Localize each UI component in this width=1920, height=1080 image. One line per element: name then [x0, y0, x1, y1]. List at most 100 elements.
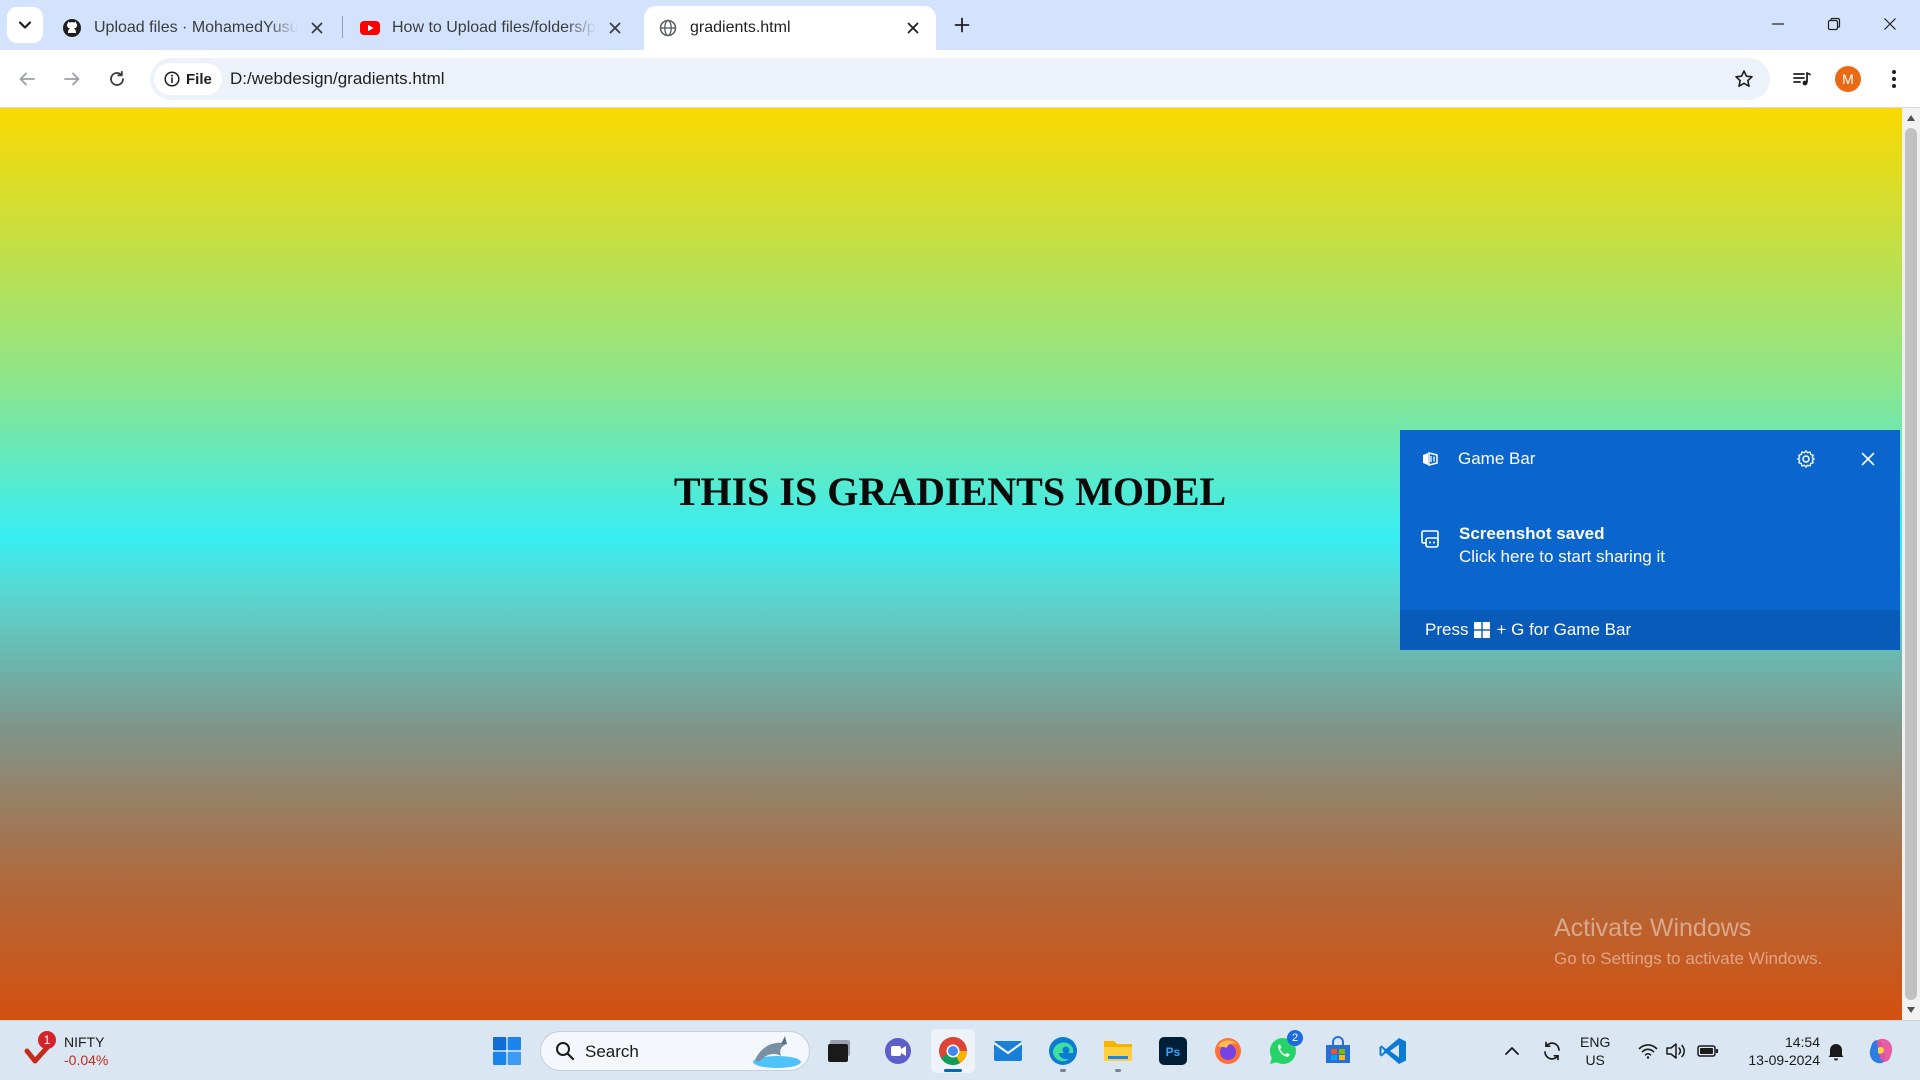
- region-code: US: [1585, 1052, 1605, 1068]
- toast-title: Game Bar: [1458, 449, 1536, 468]
- restore-icon: [1827, 17, 1841, 31]
- vscode-icon: [1379, 1038, 1406, 1064]
- chrome-icon: [939, 1037, 967, 1065]
- toast-message[interactable]: Screenshot saved Click here to start sha…: [1400, 520, 1900, 580]
- tab-title: How to Upload files/folders/projects: [392, 19, 596, 36]
- mail-icon: [993, 1041, 1023, 1061]
- input-language[interactable]: ENG US: [1580, 1033, 1610, 1069]
- tab-strip: Upload files · MohamedYusuf007 How to Up…: [0, 0, 1920, 50]
- toast-footer-suffix: + G for Game Bar: [1496, 620, 1632, 639]
- github-icon: [62, 18, 82, 38]
- bookmark-star-icon[interactable]: [1732, 67, 1756, 91]
- clock-time: 14:54: [1784, 1034, 1820, 1050]
- toast-footer-prefix: Press: [1425, 620, 1469, 639]
- wifi-icon[interactable]: [1636, 1039, 1660, 1063]
- page-scrollbar[interactable]: [1902, 108, 1920, 1020]
- tab-search-button[interactable]: [7, 7, 43, 43]
- search-icon: [556, 1042, 575, 1061]
- toast-message-body: Click here to start sharing it: [1459, 547, 1665, 566]
- taskbar-search-box[interactable]: Search: [540, 1031, 810, 1071]
- toast-footer: Press + G for Game Bar: [1400, 610, 1900, 650]
- restore-button[interactable]: [1806, 0, 1862, 48]
- copilot-icon[interactable]: [1866, 1036, 1896, 1066]
- firefox-icon: [1215, 1038, 1241, 1064]
- close-window-button[interactable]: [1862, 0, 1918, 48]
- search-highlight-dolphin-icon: [753, 1036, 801, 1068]
- system-clock[interactable]: 14:54 13-09-2024: [1730, 1033, 1820, 1069]
- tab-github-upload[interactable]: Upload files · MohamedYusuf007: [48, 6, 340, 50]
- photoshop-icon: Ps: [1159, 1037, 1187, 1065]
- new-tab-button[interactable]: [946, 9, 978, 41]
- scroll-down-arrow[interactable]: [1902, 1002, 1920, 1018]
- taskbar-edge[interactable]: [1041, 1029, 1085, 1073]
- close-tab-icon[interactable]: [902, 17, 924, 39]
- stock-change: -0.04%: [64, 1052, 109, 1068]
- tab-youtube-upload[interactable]: How to Upload files/folders/projects: [346, 6, 638, 50]
- toast-header: Game Bar: [1400, 430, 1900, 488]
- toast-message-title: Screenshot saved: [1459, 524, 1605, 543]
- running-indicator: [1115, 1069, 1121, 1072]
- watermark-line2: Go to Settings to activate Windows.: [1554, 949, 1823, 968]
- windows-taskbar: 1 NIFTY -0.04% Search Ps 2 ENG US 14:54 …: [0, 1020, 1920, 1080]
- taskbar-task-view[interactable]: [818, 1029, 862, 1073]
- arrow-right-icon: [64, 72, 80, 86]
- chevron-up-icon: [1505, 1047, 1519, 1055]
- close-icon[interactable]: [1856, 447, 1880, 471]
- scroll-up-arrow[interactable]: [1902, 110, 1920, 126]
- taskbar-chrome[interactable]: [931, 1029, 975, 1073]
- running-indicator: [944, 1069, 962, 1072]
- url-text[interactable]: D:/webdesign/gradients.html: [230, 69, 445, 89]
- start-button[interactable]: [485, 1029, 529, 1073]
- svg-text:Ps: Ps: [1166, 1045, 1181, 1059]
- address-bar[interactable]: File D:/webdesign/gradients.html: [150, 58, 1770, 100]
- search-label: Search: [585, 1042, 639, 1061]
- scrollbar-thumb[interactable]: [1905, 128, 1917, 1000]
- windows-logo-icon: [493, 1037, 521, 1065]
- profile-avatar[interactable]: M: [1835, 66, 1861, 92]
- screenshot-icon: [1421, 530, 1439, 548]
- whatsapp-badge: 2: [1287, 1030, 1303, 1046]
- task-view-icon: [828, 1040, 850, 1062]
- tab-gradients-active[interactable]: gradients.html: [644, 6, 936, 50]
- gear-icon[interactable]: [1794, 447, 1818, 471]
- taskbar-teams-meet[interactable]: [876, 1029, 920, 1073]
- youtube-icon: [360, 18, 380, 38]
- taskbar-mail[interactable]: [986, 1029, 1030, 1073]
- notification-bell-icon[interactable]: [1824, 1039, 1848, 1063]
- reload-button[interactable]: [100, 62, 134, 96]
- show-hidden-icons[interactable]: [1500, 1039, 1524, 1063]
- taskbar-microsoft-store[interactable]: [1316, 1029, 1360, 1073]
- taskbar-vscode[interactable]: [1371, 1029, 1415, 1073]
- back-button[interactable]: [10, 62, 44, 96]
- store-icon: [1326, 1036, 1350, 1063]
- tab-title: Upload files · MohamedYusuf007: [94, 19, 298, 36]
- site-info-chip[interactable]: File: [154, 63, 222, 95]
- sync-status-icon[interactable]: [1540, 1039, 1564, 1063]
- close-tab-icon[interactable]: [306, 17, 328, 39]
- site-chip-label: File: [186, 70, 212, 88]
- game-bar-icon: [1423, 452, 1438, 466]
- taskbar-firefox[interactable]: [1206, 1029, 1250, 1073]
- media-control-icon[interactable]: [1787, 64, 1817, 94]
- volume-icon[interactable]: [1664, 1039, 1688, 1063]
- taskbar-file-explorer[interactable]: [1096, 1029, 1140, 1073]
- minimize-button[interactable]: [1750, 0, 1806, 48]
- edge-icon: [1049, 1037, 1077, 1065]
- browser-toolbar: File D:/webdesign/gradients.html M: [0, 50, 1920, 108]
- chevron-down-icon: [18, 21, 32, 29]
- plus-icon: [954, 17, 970, 33]
- taskbar-whatsapp[interactable]: 2: [1261, 1029, 1305, 1073]
- stock-widget[interactable]: 1 NIFTY -0.04%: [22, 1031, 142, 1073]
- video-chat-icon: [885, 1038, 911, 1064]
- battery-icon[interactable]: [1696, 1039, 1720, 1063]
- info-icon: [164, 71, 180, 87]
- activate-windows-watermark: Activate Windows Go to Settings to activ…: [1554, 914, 1822, 969]
- game-bar-notification[interactable]: Game Bar Screenshot saved Click here to …: [1400, 430, 1900, 650]
- folder-icon: [1104, 1041, 1132, 1061]
- tab-title: gradients.html: [690, 19, 791, 36]
- close-tab-icon[interactable]: [604, 17, 626, 39]
- browser-menu-icon[interactable]: [1879, 64, 1909, 94]
- taskbar-photoshop[interactable]: Ps: [1151, 1029, 1195, 1073]
- language-code: ENG: [1580, 1034, 1611, 1050]
- forward-button[interactable]: [55, 62, 89, 96]
